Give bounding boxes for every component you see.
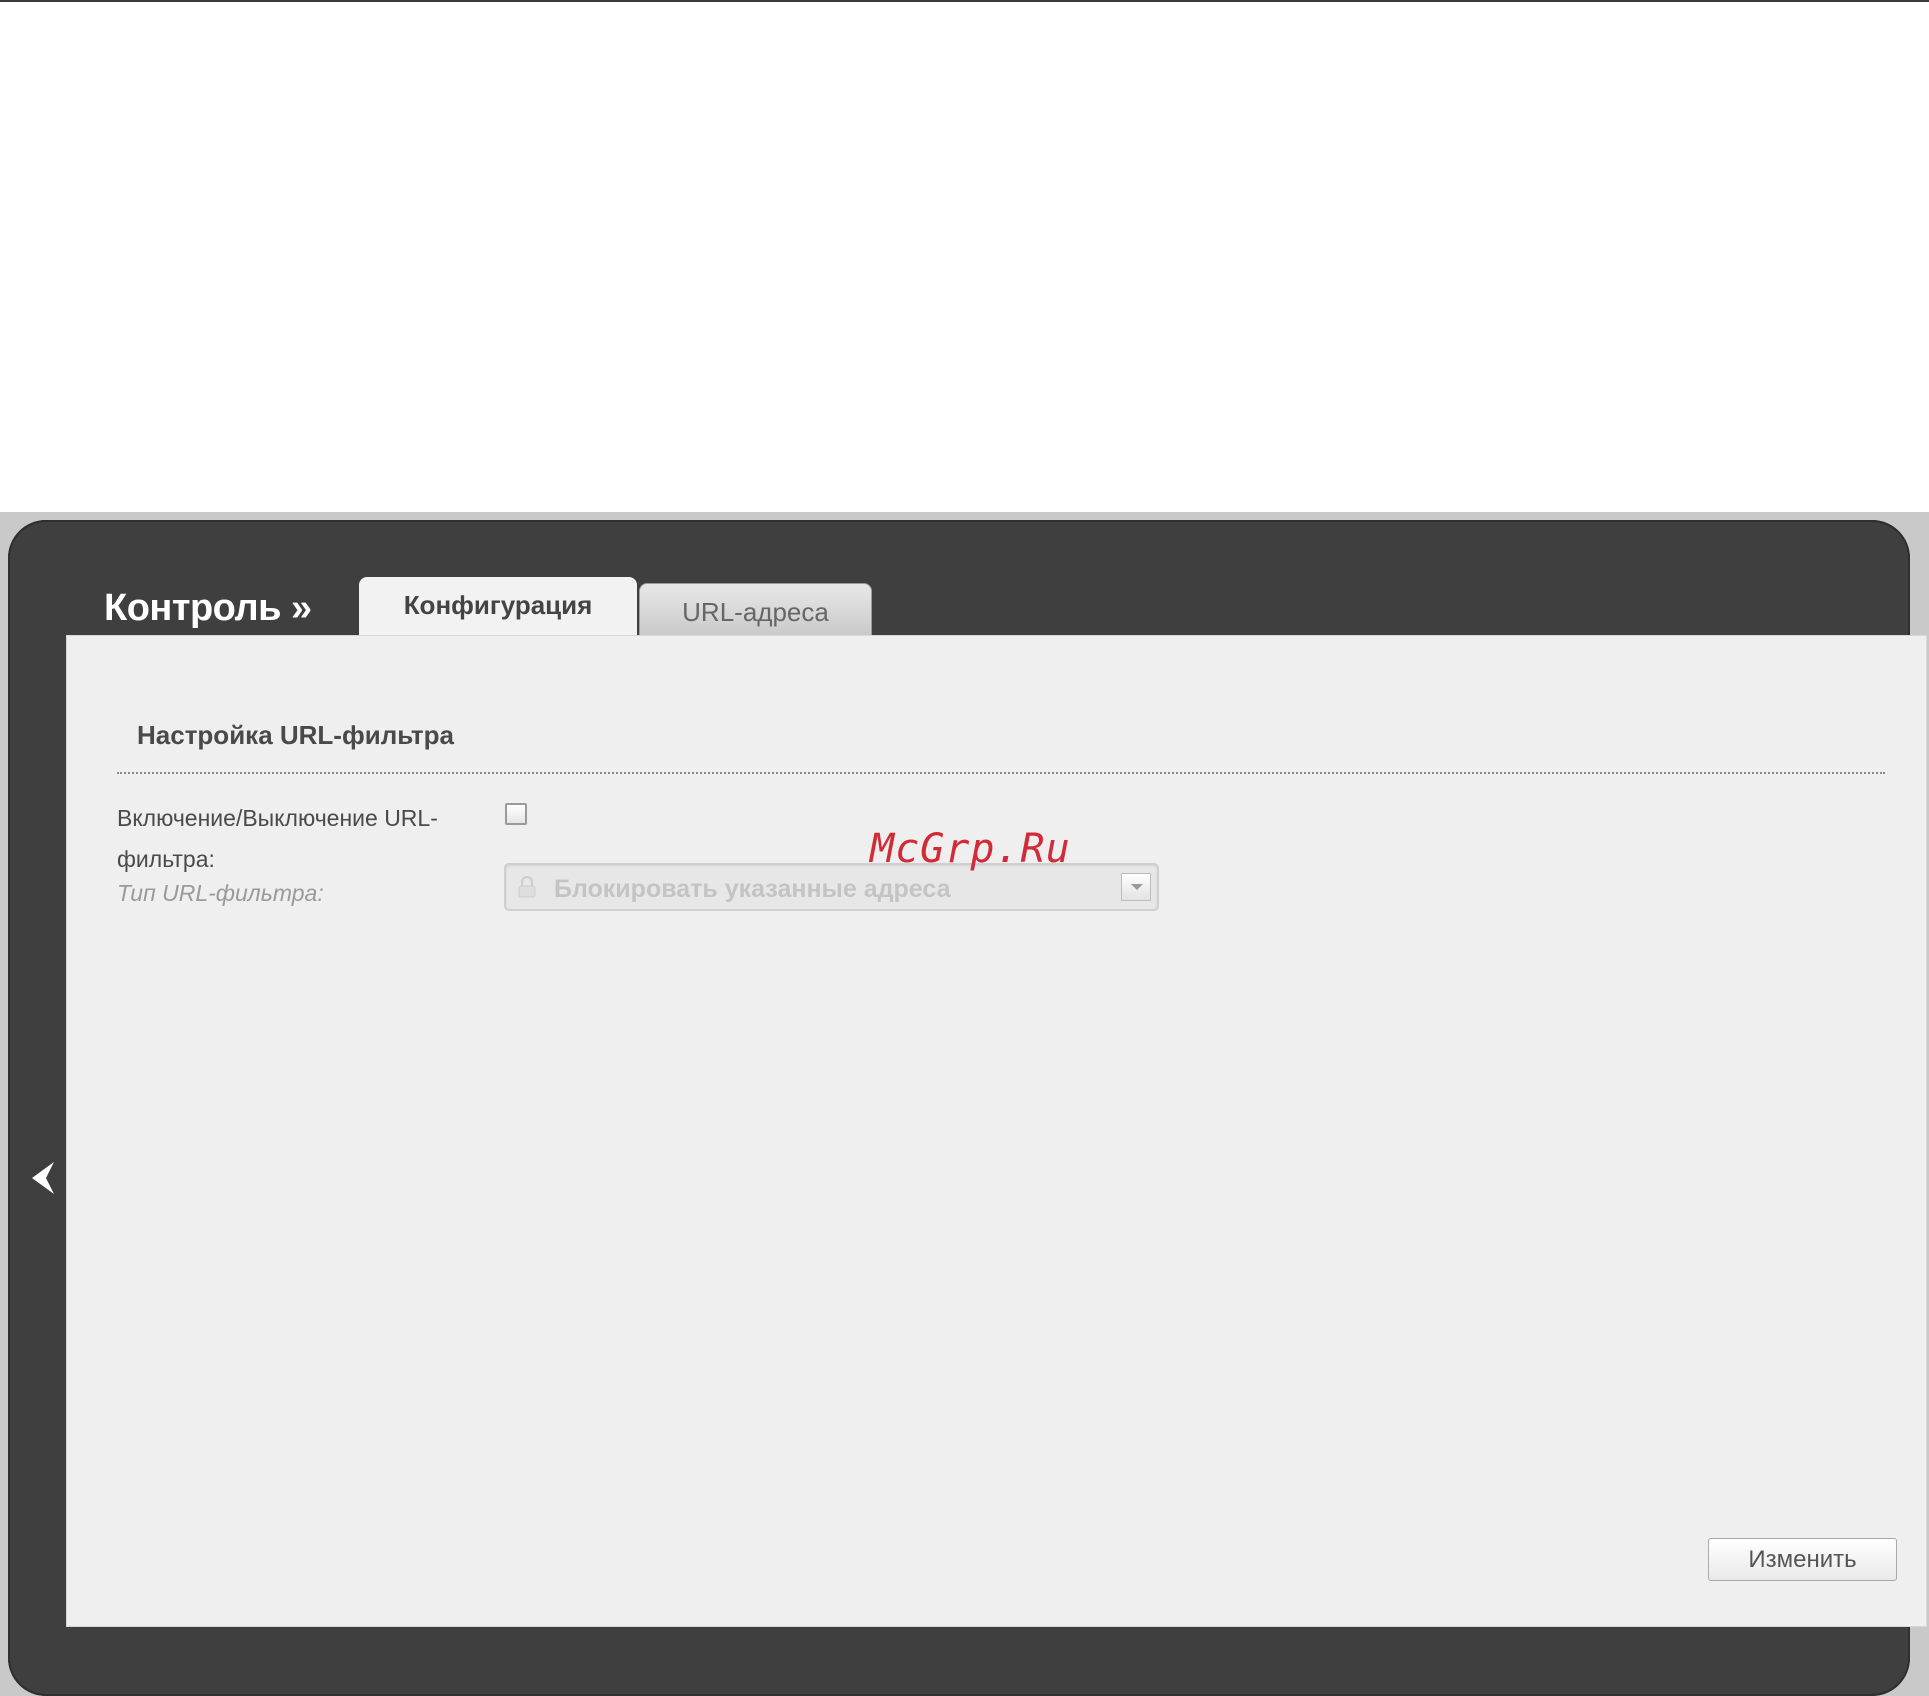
top-rule: [0, 0, 1929, 2]
filter-type-label: Тип URL-фильтра:: [117, 880, 324, 906]
section-title: Контроль »: [104, 587, 312, 629]
enable-filter-checkbox[interactable]: [505, 803, 527, 825]
tab-url-addresses[interactable]: URL-адреса: [639, 583, 872, 638]
panel-heading: Настройка URL-фильтра: [137, 720, 454, 750]
enable-filter-label: Включение/Выключение URL-фильтра:: [117, 805, 438, 872]
watermark: McGrp.Ru: [870, 826, 1071, 872]
app-frame: Контроль » Конфигурация URL-адреса Настр…: [8, 520, 1926, 1696]
tab-configuration[interactable]: Конфигурация: [359, 577, 637, 638]
lock-icon: [518, 876, 536, 898]
chevron-down-icon[interactable]: [1121, 873, 1151, 901]
change-button[interactable]: Изменить: [1708, 1538, 1897, 1581]
router-screenshot: Контроль » Конфигурация URL-адреса Настр…: [0, 512, 1929, 1696]
chevron-left-icon[interactable]: [28, 1160, 58, 1196]
filter-type-value: Блокировать указанные адреса: [554, 875, 951, 903]
divider: [117, 772, 1885, 774]
content-panel: Настройка URL-фильтра Включение/Выключен…: [67, 636, 1926, 1626]
